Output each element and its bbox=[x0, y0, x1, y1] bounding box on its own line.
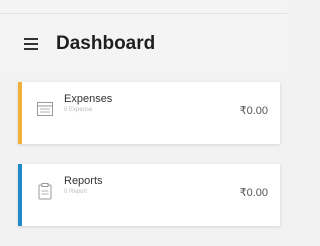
reports-clipboard-icon bbox=[38, 183, 52, 200]
dashboard-cards: Expenses 0 Expense ₹0.00 Reports 0 Repor… bbox=[18, 82, 280, 246]
card-title: Reports bbox=[64, 175, 103, 187]
card-amount: ₹0.00 bbox=[239, 105, 268, 117]
reports-card[interactable]: Reports 0 Report ₹0.00 bbox=[18, 164, 280, 226]
app-header: Dashboard bbox=[0, 0, 287, 72]
header-divider bbox=[0, 13, 287, 14]
card-subtitle: 0 Expense bbox=[64, 107, 93, 113]
card-amount: ₹0.00 bbox=[239, 187, 268, 199]
hamburger-menu-icon[interactable] bbox=[24, 38, 38, 50]
expenses-list-icon bbox=[37, 102, 53, 116]
card-subtitle: 0 Report bbox=[64, 189, 88, 195]
card-title: Expenses bbox=[64, 93, 113, 105]
expenses-card[interactable]: Expenses 0 Expense ₹0.00 bbox=[18, 82, 280, 144]
page-title: Dashboard bbox=[56, 33, 156, 54]
